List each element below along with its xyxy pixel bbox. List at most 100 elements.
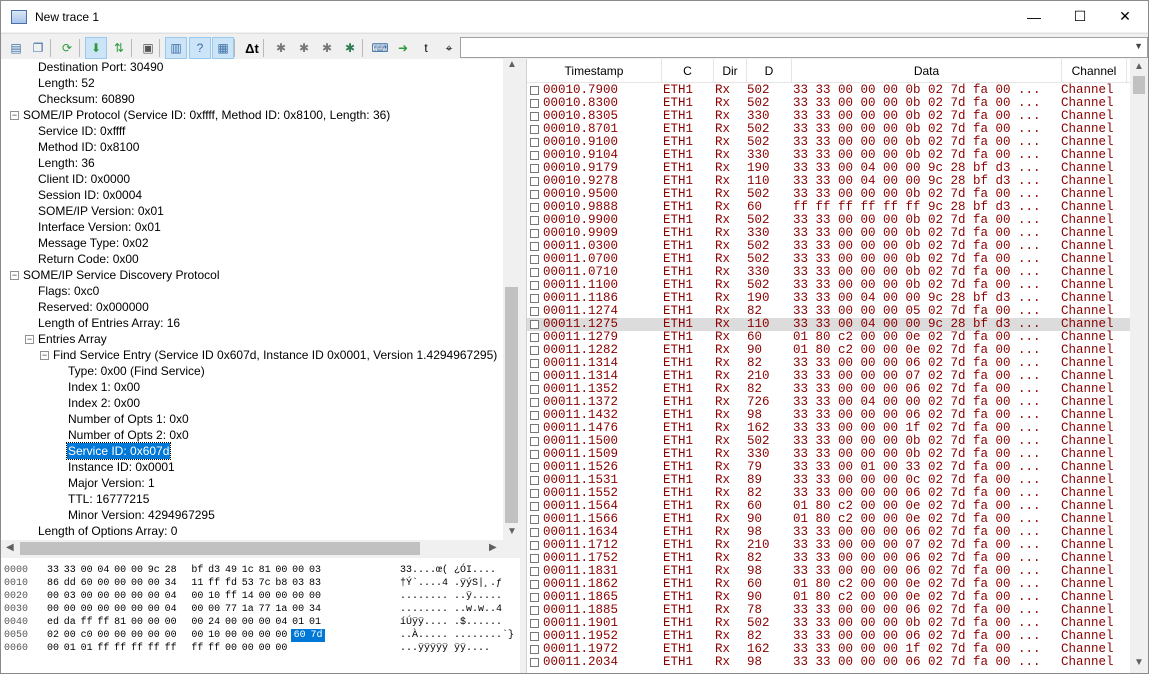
packet-row[interactable]: 00011.2034 ETH1 Rx 98 33 33 00 00 00 06 02 7… [527, 656, 1130, 669]
hex-byte[interactable]: 00 [241, 629, 255, 642]
hex-byte[interactable]: 81 [113, 616, 127, 629]
hex-byte[interactable]: 33 [46, 564, 60, 577]
row-checkbox[interactable] [530, 593, 539, 602]
filter-prev-button[interactable]: ✱ [293, 37, 315, 59]
tree-node[interactable]: Length: 36 [38, 155, 95, 171]
hex-byte[interactable]: 00 [190, 590, 204, 603]
hex-byte[interactable]: 00 [96, 629, 110, 642]
hex-byte[interactable]: 00 [224, 629, 238, 642]
scroll-left-icon[interactable]: ◀ [6, 542, 14, 553]
row-checkbox[interactable] [530, 164, 539, 173]
hex-byte[interactable]: 00 [274, 642, 288, 655]
tree-hscroll-thumb[interactable] [20, 542, 420, 555]
grid-scroll-thumb[interactable] [1133, 76, 1145, 94]
tree-node[interactable]: Length of Options Array: 0 [38, 523, 177, 539]
hex-byte[interactable]: 00 [164, 629, 178, 642]
maximize-button[interactable]: ☐ [1057, 1, 1103, 32]
hex-byte[interactable]: 00 [258, 629, 272, 642]
column-header-data[interactable]: Data [792, 59, 1062, 83]
tree-node[interactable]: Minor Version: 4294967295 [68, 507, 215, 523]
row-checkbox[interactable] [530, 294, 539, 303]
row-checkbox[interactable] [530, 606, 539, 615]
hex-byte[interactable]: ff [96, 616, 110, 629]
hex-byte[interactable]: 00 [80, 590, 94, 603]
grid-vertical-scrollbar[interactable]: ▲ ▼ [1130, 59, 1148, 673]
row-checkbox[interactable] [530, 99, 539, 108]
filter-button[interactable]: ✱ [270, 37, 292, 59]
column-header-c[interactable]: C [662, 59, 714, 83]
hex-byte[interactable]: 49 [224, 564, 238, 577]
row-checkbox[interactable] [530, 567, 539, 576]
tree-node[interactable]: Session ID: 0x0004 [38, 187, 142, 203]
row-checkbox[interactable] [530, 476, 539, 485]
tree-node[interactable]: SOME/IP Service Discovery Protocol [23, 267, 220, 283]
hex-byte[interactable]: 00 [164, 616, 178, 629]
hex-byte[interactable]: 83 [308, 577, 322, 590]
hex-byte[interactable]: 81 [258, 564, 272, 577]
chevron-down-icon[interactable]: ▼ [1134, 41, 1143, 51]
hex-byte[interactable]: 00 [80, 564, 94, 577]
hex-byte[interactable]: bf [190, 564, 204, 577]
hex-byte[interactable]: 00 [190, 603, 204, 616]
tree-node-selected[interactable]: Service ID: 0x607d [65, 442, 172, 460]
tree-node[interactable]: Index 2: 0x00 [68, 395, 140, 411]
hex-byte[interactable]: 00 [130, 616, 144, 629]
tree-node[interactable]: Checksum: 60890 [38, 91, 135, 107]
hex-byte[interactable]: 28 [164, 564, 178, 577]
tree-node[interactable]: TTL: 16777215 [68, 491, 149, 507]
tree-node[interactable]: Major Version: 1 [68, 475, 155, 491]
hex-byte[interactable]: 01 [80, 642, 94, 655]
row-checkbox[interactable] [530, 424, 539, 433]
tree-scroll-thumb[interactable] [505, 287, 518, 523]
hex-byte[interactable]: 00 [113, 603, 127, 616]
hex-byte[interactable]: 34 [308, 603, 322, 616]
filter-next-button[interactable]: ✱ [316, 37, 338, 59]
delta-time-button[interactable]: Δt [241, 37, 263, 59]
hex-byte[interactable]: 33 [63, 564, 77, 577]
hex-byte[interactable]: 00 [113, 629, 127, 642]
hex-byte[interactable]: 00 [291, 603, 305, 616]
hex-byte[interactable]: ff [207, 577, 221, 590]
refresh-button[interactable]: ⟳ [56, 37, 78, 59]
row-checkbox[interactable] [530, 242, 539, 251]
hex-byte[interactable]: ff [80, 616, 94, 629]
hex-byte[interactable]: 7d [308, 629, 325, 642]
row-checkbox[interactable] [530, 333, 539, 342]
column-header-timestamp[interactable]: Timestamp [527, 59, 662, 83]
collapse-toggle-icon[interactable]: − [25, 335, 34, 344]
tree-node[interactable]: Length of Entries Array: 16 [38, 315, 180, 331]
hex-byte[interactable]: ff [147, 642, 161, 655]
hex-byte[interactable]: 00 [258, 590, 272, 603]
tree-node[interactable]: Reserved: 0x000000 [38, 299, 149, 315]
hex-byte[interactable]: 00 [291, 564, 305, 577]
row-checkbox[interactable] [530, 203, 539, 212]
hex-byte[interactable]: ff [96, 642, 110, 655]
hex-byte[interactable]: 00 [258, 642, 272, 655]
hex-byte[interactable]: 00 [147, 577, 161, 590]
row-checkbox[interactable] [530, 450, 539, 459]
hex-byte[interactable]: 00 [46, 642, 60, 655]
settings-button[interactable]: ▣ [137, 37, 159, 59]
row-checkbox[interactable] [530, 398, 539, 407]
row-checkbox[interactable] [530, 216, 539, 225]
tree-node[interactable]: Instance ID: 0x0001 [68, 459, 175, 475]
hex-byte[interactable]: 11 [190, 577, 204, 590]
hex-byte[interactable]: fd [224, 577, 238, 590]
row-checkbox[interactable] [530, 229, 539, 238]
hex-byte[interactable]: 00 [130, 564, 144, 577]
hex-byte[interactable]: 00 [63, 629, 77, 642]
hex-byte[interactable]: 00 [308, 590, 322, 603]
hex-byte[interactable]: 9c [147, 564, 161, 577]
hex-byte[interactable]: ff [190, 642, 204, 655]
row-checkbox[interactable] [530, 307, 539, 316]
row-checkbox[interactable] [530, 190, 539, 199]
hex-byte[interactable]: 00 [130, 629, 144, 642]
hex-byte[interactable]: c0 [80, 629, 94, 642]
copy-button[interactable]: ❐ [27, 37, 49, 59]
hex-byte[interactable]: 00 [147, 629, 161, 642]
help-button[interactable]: ? [189, 37, 211, 59]
hex-byte[interactable]: 00 [190, 629, 204, 642]
binoculars-button[interactable]: ⌖ [438, 37, 460, 59]
hex-byte[interactable]: 00 [130, 603, 144, 616]
hex-byte[interactable]: 1a [241, 603, 255, 616]
